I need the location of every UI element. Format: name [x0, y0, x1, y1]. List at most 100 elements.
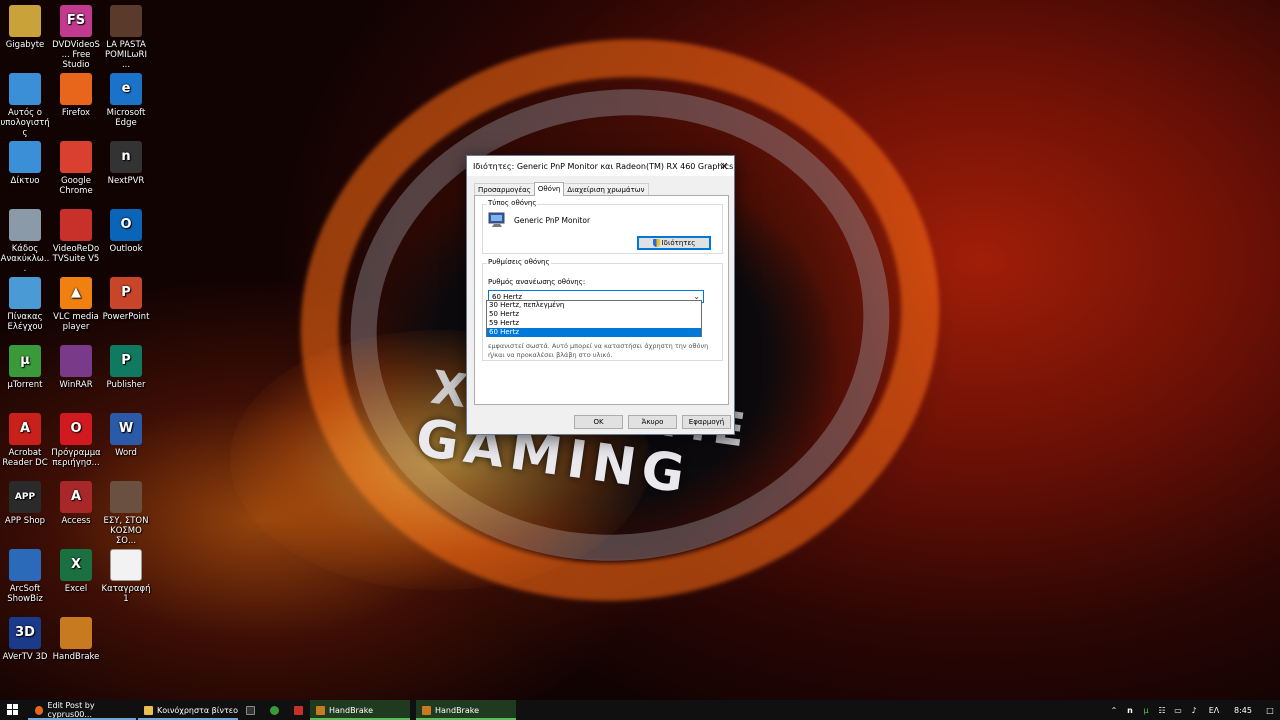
desktop-icon-label: LA PASTA POMILωRI ... [105, 40, 147, 70]
taskbar-item-handbrake-2[interactable]: HandBrake [416, 700, 516, 720]
desktop-icon[interactable]: 3D AVerTV 3D [0, 612, 50, 662]
ok-button[interactable]: OK [574, 415, 623, 429]
desktop-icon[interactable]: O Πρόγραμμα περιήγησ... [51, 408, 101, 468]
refresh-rate-option[interactable]: 60 Hertz [487, 328, 701, 337]
network-icon [9, 141, 41, 173]
powerpoint-icon: P [110, 277, 142, 309]
winrar-icon [60, 345, 92, 377]
start-button[interactable] [0, 700, 24, 720]
taskbar-utorrent[interactable] [262, 700, 286, 720]
desktop-icon[interactable]: X Excel [51, 544, 101, 594]
desktop-icon-label: AVerTV 3D [2, 652, 48, 662]
desktop-icon[interactable]: Δίκτυο [0, 136, 50, 186]
dialog-titlebar[interactable]: Ιδιότητες: Generic PnP Monitor και Radeo… [467, 156, 734, 176]
language-indicator[interactable]: ΕΛ [1202, 706, 1226, 715]
desktop-icon[interactable]: O Outlook [101, 204, 151, 254]
desktop-icon[interactable]: W Word [101, 408, 151, 458]
tab-color-management[interactable]: Διαχείριση χρωμάτων [563, 183, 649, 195]
desktop-icon[interactable]: FS DVDVideoS... Free Studio [51, 0, 101, 70]
desktop-icon[interactable]: LA PASTA POMILωRI ... [101, 0, 151, 70]
control-panel-icon [9, 277, 41, 309]
desktop-icon-label: NextPVR [107, 176, 145, 186]
taskbar-videoredo[interactable] [286, 700, 310, 720]
videoredo-icon [293, 705, 303, 715]
firefox-icon [35, 705, 44, 715]
taskbar-item-label: HandBrake [435, 705, 480, 715]
desktop-icon[interactable]: Google Chrome [51, 136, 101, 196]
desktop-icon-label: Gigabyte [5, 40, 45, 50]
monitor-settings-group-title: Ρυθμίσεις οθόνης [487, 258, 551, 266]
desktop-icon[interactable]: Firefox [51, 68, 101, 118]
recycle-bin-icon [9, 209, 41, 241]
taskbar-item-firefox[interactable]: Edit Post by cyprus00... [28, 700, 136, 720]
opera-icon: O [60, 413, 92, 445]
refresh-rate-label: Ρυθμός ανανέωσης οθόνης: [488, 278, 586, 286]
tab-monitor[interactable]: Οθόνη [533, 182, 565, 196]
desktop-icon[interactable]: Αυτός ο υπολογιστής [0, 68, 50, 138]
arcsoft-icon [9, 549, 41, 581]
taskbar-item-handbrake-1[interactable]: HandBrake [310, 700, 410, 720]
tab-adapter[interactable]: Προσαρμογέας [474, 183, 535, 195]
desktop-icon[interactable]: A Access [51, 476, 101, 526]
desktop-icons: Gigabyte FS DVDVideoS... Free Studio LA PAS… [0, 0, 152, 700]
chevron-up-icon[interactable]: ⌃ [1106, 706, 1122, 715]
desktop-icon-label: Αυτός ο υπολογιστής [0, 108, 50, 138]
desktop-icon[interactable]: WinRAR [51, 340, 101, 390]
desktop-icon[interactable]: P Publisher [101, 340, 151, 390]
desktop-icon[interactable]: μ μTorrent [0, 340, 50, 390]
desktop-icon-label: VideoReDo TVSuite V5 [52, 244, 100, 264]
desktop-icon[interactable]: ArcSoft ShowBiz [0, 544, 50, 604]
desktop-icon-label: Πρόγραμμα περιήγησ... [51, 448, 101, 468]
network-icon[interactable]: ☷ [1154, 706, 1170, 715]
refresh-rate-option[interactable]: 50 Hertz [487, 310, 701, 319]
desktop-icon-label: Outlook [109, 244, 143, 254]
clock[interactable]: 8:45 [1226, 706, 1260, 715]
desktop-icon[interactable]: Πίνακας Ελέγχου [0, 272, 50, 332]
avertv-icon: 3D [9, 617, 41, 649]
display-icon[interactable]: ▭ [1170, 706, 1186, 715]
firefox-icon [60, 73, 92, 105]
windows-logo-icon [6, 703, 18, 717]
properties-button[interactable]: Ιδιότητες [637, 236, 711, 250]
desktop-icon-label: ArcSoft ShowBiz [7, 584, 43, 604]
taskbar: Edit Post by cyprus00... Κοινόχρηστα βίν… [0, 700, 1280, 720]
excel-icon: X [60, 549, 92, 581]
monitor-icon [488, 212, 506, 228]
utorrent-icon [269, 705, 279, 715]
nextpvr-tray-icon[interactable]: n [1122, 706, 1138, 715]
desktop-icon-label: DVDVideoS... Free Studio [52, 40, 100, 70]
utorrent-tray-icon[interactable]: μ [1138, 706, 1154, 715]
desktop-icon[interactable]: n NextPVR [101, 136, 151, 186]
videoredo-icon [60, 209, 92, 241]
desktop-icon[interactable]: ▲ VLC media player [51, 272, 101, 332]
video-thumbnail-icon [110, 481, 142, 513]
desktop-icon[interactable]: A Acrobat Reader DC [0, 408, 50, 468]
desktop-icon-label: Publisher [106, 380, 146, 390]
refresh-rate-dropdown-list: 30 Hertz, πεπλεγμένη 50 Hertz 59 Hertz 60 H… [486, 300, 702, 337]
desktop-icon[interactable]: e Microsoft Edge [101, 68, 151, 128]
desktop-icon[interactable]: VideoReDo TVSuite V5 [51, 204, 101, 264]
desktop-icon[interactable]: P PowerPoint [101, 272, 151, 322]
desktop-icon-label: Access [61, 516, 91, 526]
desktop-icon-label: Firefox [61, 108, 91, 118]
taskbar-nextpvr[interactable] [238, 700, 262, 720]
refresh-rate-option[interactable]: 59 Hertz [487, 319, 701, 328]
desktop-icon[interactable]: ΕΣΥ, ΣΤΟΝ ΚΟΣΜΟ ΣΟ... [101, 476, 151, 546]
cancel-button[interactable]: Άκυρο [628, 415, 677, 429]
word-icon: W [110, 413, 142, 445]
desktop-icon[interactable]: Κάδος Ανακύκλω... [0, 204, 50, 274]
refresh-rate-option[interactable]: 30 Hertz, πεπλεγμένη [487, 301, 701, 310]
desktop-icon[interactable]: Καταγραφή1 [101, 544, 151, 604]
chrome-icon [60, 141, 92, 173]
utorrent-icon: μ [9, 345, 41, 377]
desktop-icon[interactable]: HandBrake [51, 612, 101, 662]
desktop-icon-label: WinRAR [59, 380, 93, 390]
close-icon[interactable]: ✕ [714, 156, 734, 176]
apply-button[interactable]: Εφαρμογή [682, 415, 731, 429]
desktop-icon[interactable]: Gigabyte [0, 0, 50, 50]
taskbar-item-folder[interactable]: Κοινόχρηστα βίντεο [138, 700, 238, 720]
desktop-icon[interactable]: APP APP Shop [0, 476, 50, 526]
notification-icon[interactable]: □ [1260, 706, 1280, 715]
volume-icon[interactable]: ♪ [1186, 706, 1202, 715]
warning-text-line2: ή/και να προκαλέσει βλάβη στο υλικό. [488, 351, 613, 359]
